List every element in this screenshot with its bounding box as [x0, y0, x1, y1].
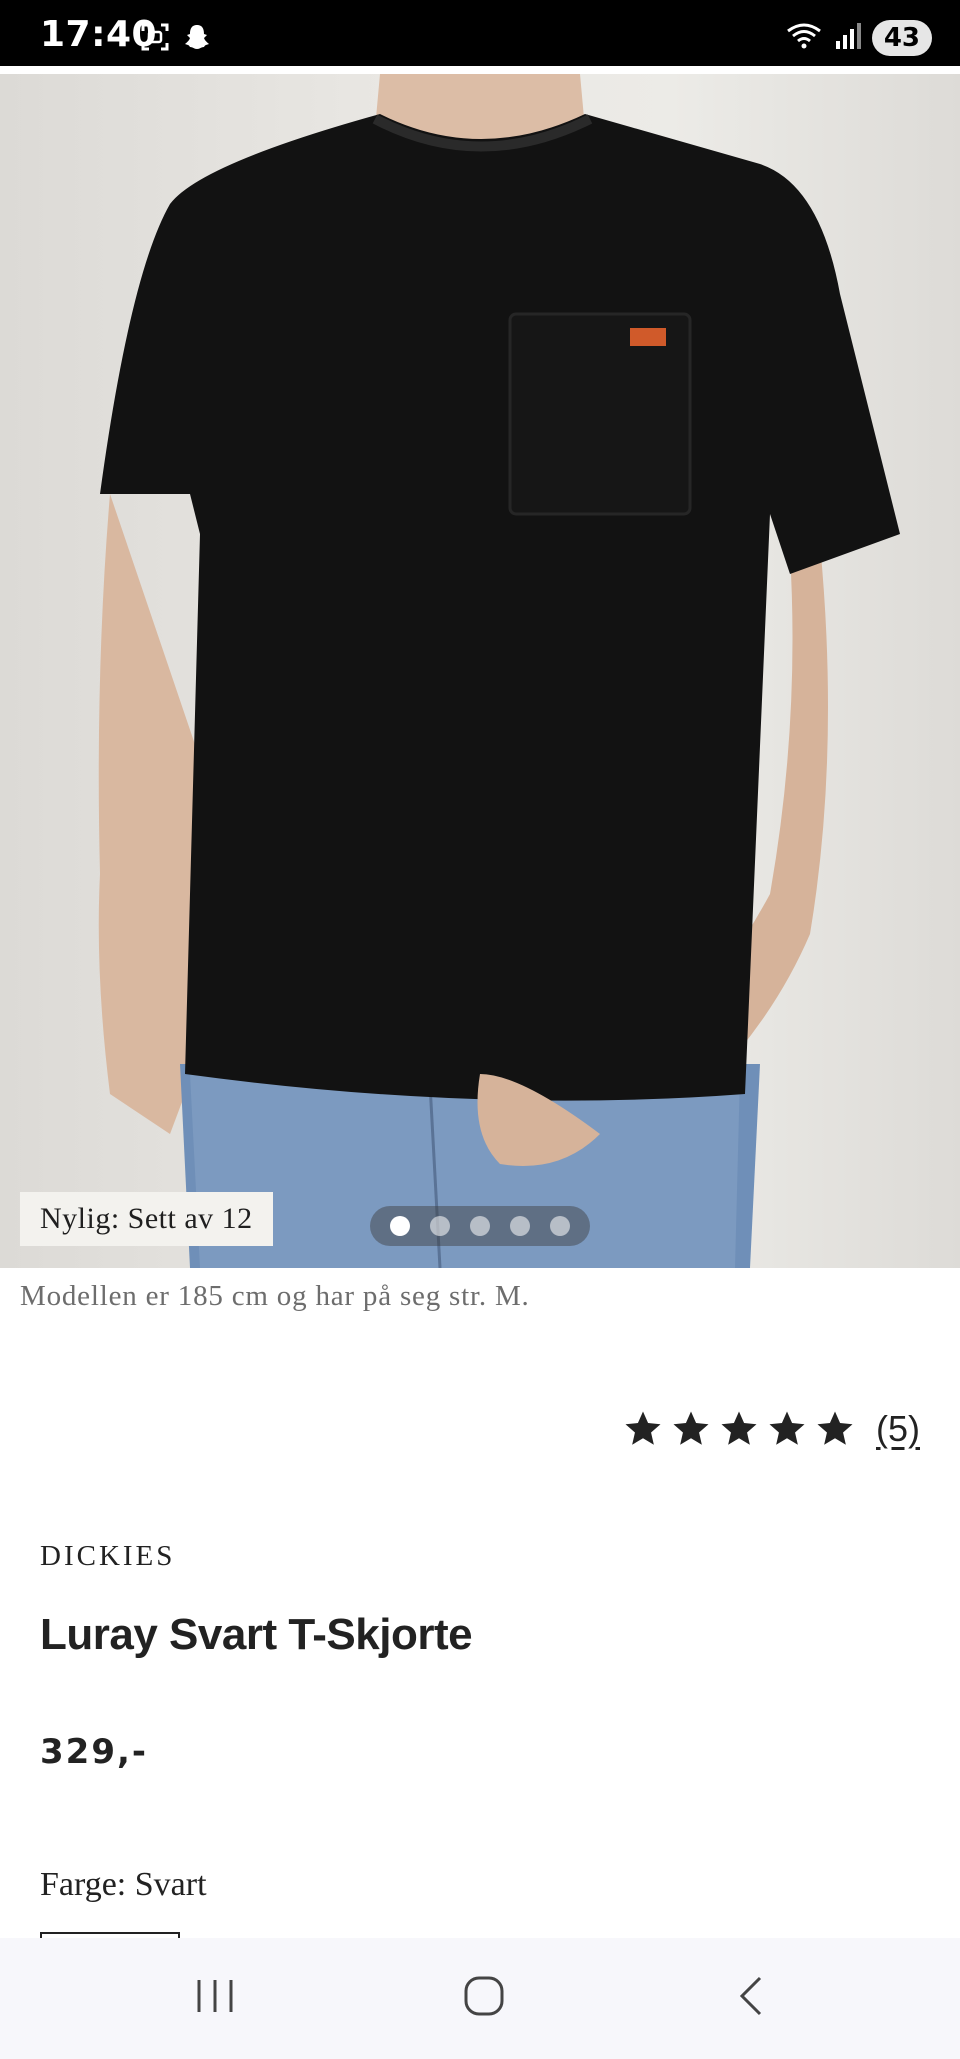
signal-icon: [834, 21, 862, 56]
back-icon: [734, 1974, 770, 2023]
status-bar: 17:40 43: [0, 0, 960, 66]
snapchat-icon: [182, 22, 212, 57]
back-button[interactable]: [712, 1968, 792, 2028]
recently-viewed-badge: Nylig: Sett av 12: [20, 1192, 273, 1246]
product-photo-illustration: [98, 74, 900, 1268]
carousel-dot[interactable]: [390, 1216, 410, 1236]
model-size-note: Modellen er 185 cm og har på seg str. M.: [20, 1280, 530, 1312]
status-right: 43: [784, 20, 932, 56]
recent-apps-button[interactable]: [175, 1968, 255, 2028]
recent-apps-icon: [193, 1976, 237, 2021]
carousel-dot[interactable]: [510, 1216, 530, 1236]
carousel-dot[interactable]: [430, 1216, 450, 1236]
product-image[interactable]: [0, 74, 960, 1268]
carousel-dots: [370, 1206, 590, 1246]
review-count-link[interactable]: (5): [876, 1408, 920, 1450]
screenshot-icon: [140, 22, 170, 57]
color-label: Farge: Svart: [40, 1866, 207, 1903]
rating[interactable]: (5): [622, 1408, 920, 1450]
carousel-dot[interactable]: [550, 1216, 570, 1236]
star-icon: [718, 1408, 760, 1450]
product-title: Luray Svart T-Skjorte: [40, 1610, 473, 1659]
star-icon: [622, 1408, 664, 1450]
star-icon: [670, 1408, 712, 1450]
carousel-dot[interactable]: [470, 1216, 490, 1236]
wifi-icon: [784, 21, 824, 56]
home-icon: [462, 1974, 506, 2023]
system-nav-bar: [0, 1938, 960, 2059]
star-icon: [766, 1408, 808, 1450]
status-left-icons: [140, 22, 212, 57]
brand-name[interactable]: DICKIES: [40, 1540, 175, 1573]
product-price: 329,-: [40, 1732, 148, 1772]
home-button[interactable]: [444, 1968, 524, 2028]
battery-level: 43: [871, 20, 932, 56]
star-icon: [814, 1408, 856, 1450]
